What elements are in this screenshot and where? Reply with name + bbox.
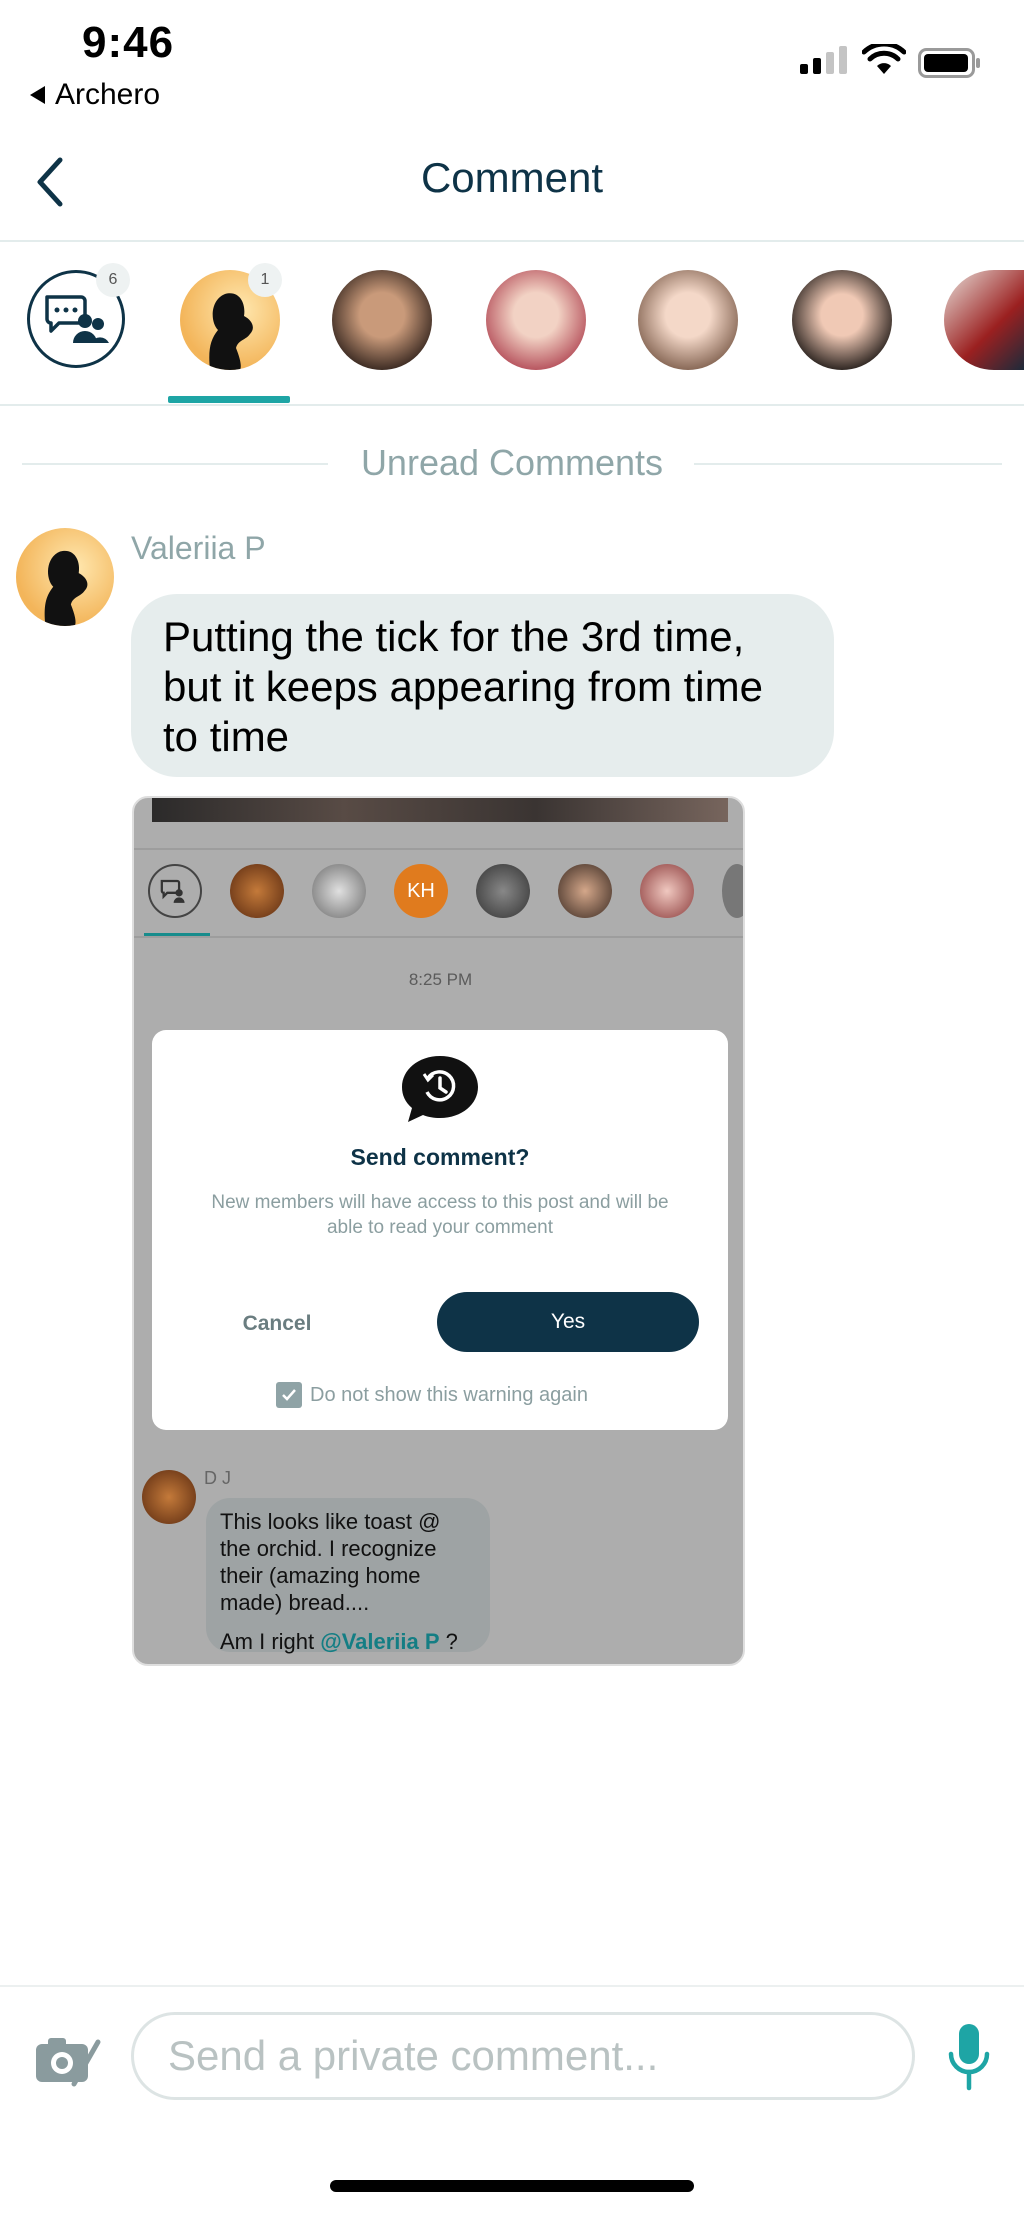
- sender-name: Valeriia P: [131, 530, 266, 566]
- screenshot-comment-author: D J: [204, 1468, 231, 1488]
- screenshot-photo-strip: [152, 798, 728, 822]
- screenshot-avatar-5: [558, 864, 612, 918]
- wifi-icon: [862, 44, 906, 74]
- screenshot-avatar-2: [312, 864, 366, 918]
- selected-tab-indicator: [168, 396, 290, 403]
- dialog-checkbox-row: Do not show this warning again: [276, 1382, 588, 1408]
- dialog-checkbox-label: Do not show this warning again: [310, 1383, 588, 1406]
- cellular-signal-icon: [800, 46, 847, 74]
- private-comment-input[interactable]: Send a private comment...: [131, 2012, 915, 2100]
- selected-unread-badge: 1: [248, 263, 282, 297]
- dialog-title: Send comment?: [350, 1144, 530, 1170]
- home-indicator: [330, 2180, 694, 2192]
- mention-link: @Valeriia P: [320, 1629, 440, 1654]
- send-comment-dialog: Send comment? New members will have acce…: [152, 1030, 728, 1430]
- checkbox-checked-icon: [276, 1382, 302, 1408]
- sender-avatar[interactable]: [16, 528, 114, 626]
- participant-avatar-4[interactable]: [638, 270, 738, 370]
- screenshot-avatar-6: [640, 864, 694, 918]
- screenshot-comment-question: Am I right @Valeriia P ?: [220, 1628, 476, 1655]
- attached-screenshot[interactable]: KH 8:25 PM Send comment? New members wil…: [132, 796, 745, 1666]
- question-suffix: ?: [439, 1629, 458, 1654]
- dialog-cancel-button: Cancel: [242, 1312, 312, 1335]
- screenshot-avatar-7: [722, 864, 743, 918]
- page-title: Comment: [420, 154, 604, 201]
- screenshot-comment-text: This looks like toast @ the orchid. I re…: [220, 1509, 441, 1615]
- history-chat-icon: [402, 1056, 478, 1122]
- screenshot-comment-avatar: [142, 1470, 196, 1524]
- screenshot-timestamp: 8:25 PM: [408, 970, 473, 989]
- back-to-app-link[interactable]: Archero: [30, 78, 160, 112]
- unread-line-right: [694, 463, 1002, 465]
- screenshot-avatar-4: [476, 864, 530, 918]
- header-divider: [0, 240, 1024, 242]
- screenshot-divider: [134, 848, 743, 850]
- screenshot-comment-bubble: This looks like toast @ the orchid. I re…: [206, 1498, 490, 1655]
- participant-avatar-2[interactable]: [332, 270, 432, 370]
- group-chat-icon: [45, 295, 109, 343]
- battery-icon: [918, 48, 980, 78]
- composer-divider: [0, 1985, 1024, 1987]
- screenshot-avatar-kh: KH: [394, 864, 448, 918]
- participant-avatar-3[interactable]: [486, 270, 586, 370]
- microphone-icon[interactable]: [946, 2022, 992, 2094]
- dialog-yes-button: Yes: [437, 1292, 699, 1352]
- participant-avatar-6[interactable]: [944, 270, 1024, 370]
- dialog-body: New members will have access to this pos…: [211, 1192, 669, 1238]
- back-triangle-icon: [30, 86, 45, 104]
- back-app-label: Archero: [55, 78, 161, 111]
- message-bubble[interactable]: Putting the tick for the 3rd time, but i…: [131, 594, 834, 777]
- participants-divider: [0, 404, 1024, 406]
- group-unread-badge: 6: [96, 263, 130, 297]
- screenshot-avatar-1: [230, 864, 284, 918]
- participant-avatar-5[interactable]: [792, 270, 892, 370]
- screenshot-group-icon: [148, 864, 202, 918]
- camera-icon[interactable]: [34, 2032, 104, 2088]
- status-time: 9:46: [82, 18, 175, 67]
- screenshot-divider-2: [134, 936, 743, 938]
- question-prefix: Am I right: [220, 1629, 321, 1654]
